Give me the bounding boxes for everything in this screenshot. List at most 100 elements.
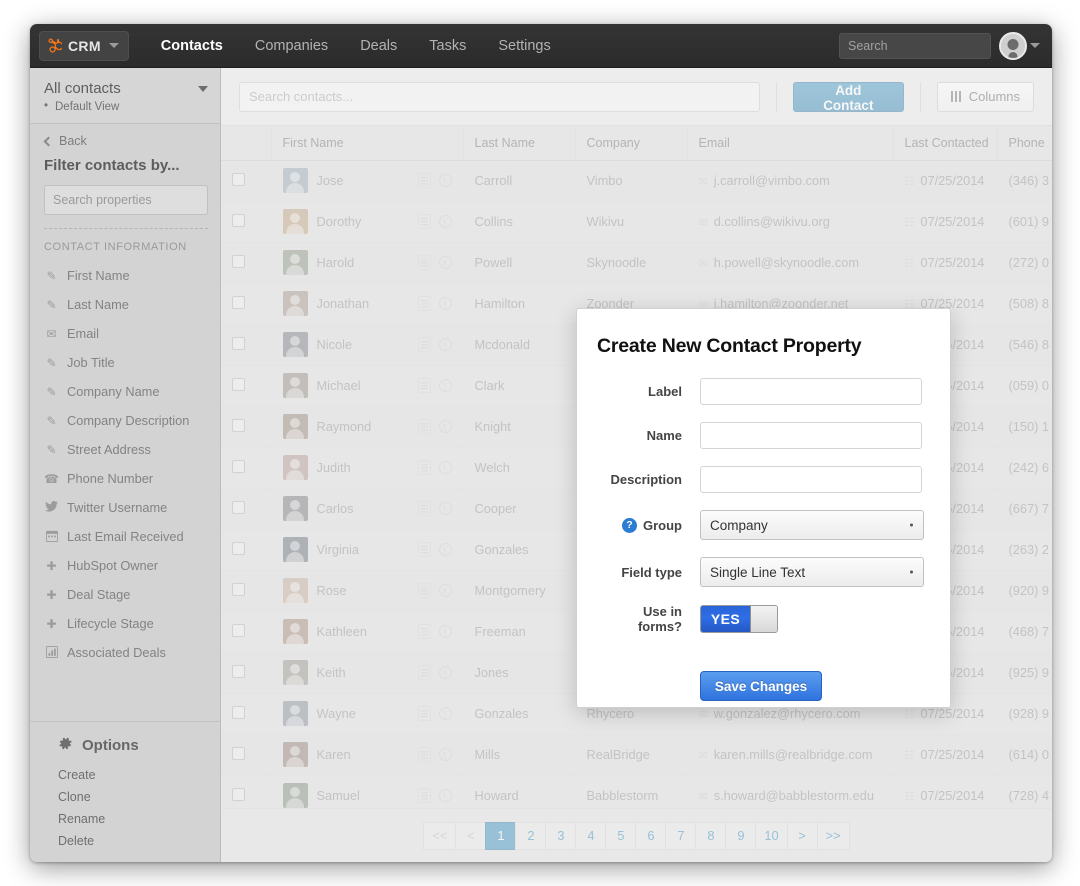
view-subtitle: Default View	[44, 101, 208, 113]
form-row-label: Label	[597, 378, 924, 405]
property-group-label: CONTACT INFORMATION	[30, 229, 220, 261]
form-row-field-type: Field type Single Line Text	[597, 557, 924, 587]
description-input[interactable]	[700, 466, 922, 493]
global-search-input[interactable]	[839, 33, 991, 59]
envelope-icon: ✉	[44, 328, 59, 340]
plus-icon: ✚	[44, 589, 59, 601]
gear-icon	[58, 736, 73, 755]
nav-item-deals[interactable]: Deals	[344, 24, 413, 68]
toggle-knob	[750, 606, 777, 632]
property-item-job-title[interactable]: ✎ Job Title	[30, 348, 220, 377]
phone-icon: ☎	[44, 473, 59, 485]
property-label: Lifecycle Stage	[67, 616, 154, 631]
property-label: Company Description	[67, 413, 189, 428]
nav-item-settings[interactable]: Settings	[482, 24, 566, 68]
field-type-select-value: Single Line Text	[710, 565, 805, 580]
property-item-lifecycle-stage[interactable]: ✚ Lifecycle Stage	[30, 609, 220, 638]
plus-icon: ✚	[44, 618, 59, 630]
name-field-label: Name	[597, 428, 700, 443]
chevron-down-icon	[910, 524, 913, 527]
property-item-twitter-username[interactable]: Twitter Username	[30, 493, 220, 522]
property-label: Twitter Username	[67, 500, 167, 515]
name-input[interactable]	[700, 422, 922, 449]
main-panel: Add Contact Columns First N	[221, 68, 1052, 862]
back-link[interactable]: Back	[44, 134, 208, 148]
property-label: Job Title	[67, 355, 115, 370]
options-panel: Options Create Clone Rename Delete	[30, 721, 220, 862]
edit-icon: ✎	[44, 270, 59, 282]
chevron-down-icon	[198, 86, 208, 92]
nav-item-tasks[interactable]: Tasks	[413, 24, 482, 68]
brand-crm-menu[interactable]: CRM	[39, 31, 129, 61]
top-navigation-bar: CRM Contacts Companies Deals Tasks Setti…	[30, 24, 1052, 68]
property-label: First Name	[67, 268, 130, 283]
view-selector[interactable]: All contacts Default View	[30, 68, 220, 124]
avatar	[999, 32, 1027, 60]
property-label: Street Address	[67, 442, 151, 457]
property-item-email[interactable]: ✉ Email	[30, 319, 220, 348]
edit-icon: ✎	[44, 444, 59, 456]
sidebar: All contacts Default View Back Filter co…	[30, 68, 221, 862]
top-nav-right-group	[839, 32, 1052, 60]
view-title-row: All contacts	[44, 80, 208, 97]
save-changes-button[interactable]: Save Changes	[700, 671, 822, 701]
filter-heading: Filter contacts by...	[44, 157, 208, 174]
property-item-company-name[interactable]: ✎ Company Name	[30, 377, 220, 406]
description-field-label: Description	[597, 472, 700, 487]
property-label: Deal Stage	[67, 587, 130, 602]
property-item-street-address[interactable]: ✎ Street Address	[30, 435, 220, 464]
calendar-icon	[44, 530, 59, 544]
property-label: Last Email Received	[67, 529, 184, 544]
nav-item-companies[interactable]: Companies	[239, 24, 344, 68]
field-type-select[interactable]: Single Line Text	[700, 557, 924, 587]
edit-icon: ✎	[44, 357, 59, 369]
brand-label: CRM	[68, 38, 101, 54]
option-rename[interactable]: Rename	[30, 808, 220, 830]
options-heading: Options	[30, 736, 220, 755]
property-label: Last Name	[67, 297, 129, 312]
use-in-forms-toggle[interactable]: YES	[700, 605, 778, 633]
edit-icon: ✎	[44, 415, 59, 427]
option-clone[interactable]: Clone	[30, 786, 220, 808]
option-create[interactable]: Create	[30, 764, 220, 786]
search-properties-input[interactable]	[44, 185, 208, 215]
question-mark-icon[interactable]: ?	[622, 518, 637, 533]
app-window: CRM Contacts Companies Deals Tasks Setti…	[30, 24, 1052, 862]
form-row-use-in-forms: Use in forms? YES	[597, 604, 924, 634]
hubspot-sprocket-icon	[47, 38, 62, 53]
filter-block: Back Filter contacts by...	[30, 124, 220, 229]
chevron-down-icon	[109, 43, 119, 48]
property-item-associated-deals[interactable]: Associated Deals	[30, 638, 220, 667]
twitter-bird-icon	[44, 501, 59, 514]
property-list: ✎ First Name ✎ Last Name ✉ Email ✎ Job T…	[30, 261, 220, 721]
plus-icon: ✚	[44, 560, 59, 572]
edit-icon: ✎	[44, 299, 59, 311]
property-item-phone-number[interactable]: ☎ Phone Number	[30, 464, 220, 493]
content-area: All contacts Default View Back Filter co…	[30, 68, 1052, 862]
property-item-deal-stage[interactable]: ✚ Deal Stage	[30, 580, 220, 609]
property-label: HubSpot Owner	[67, 558, 158, 573]
property-item-last-name[interactable]: ✎ Last Name	[30, 290, 220, 319]
property-item-first-name[interactable]: ✎ First Name	[30, 261, 220, 290]
property-item-last-email-received[interactable]: Last Email Received	[30, 522, 220, 551]
option-delete[interactable]: Delete	[30, 830, 220, 852]
dialog-title: Create New Contact Property	[597, 335, 924, 358]
label-input[interactable]	[700, 378, 922, 405]
form-row-description: Description	[597, 466, 924, 493]
bar-chart-icon	[44, 646, 59, 660]
user-menu[interactable]	[999, 32, 1040, 60]
edit-icon: ✎	[44, 386, 59, 398]
nav-item-contacts[interactable]: Contacts	[145, 24, 239, 68]
group-select[interactable]: Company	[700, 510, 924, 540]
group-label-text: Group	[643, 518, 682, 533]
back-label: Back	[59, 134, 87, 148]
view-title: All contacts	[44, 80, 121, 97]
create-contact-property-dialog: Create New Contact Property Label Name D…	[576, 308, 951, 708]
options-label: Options	[82, 737, 139, 754]
toggle-state-label: YES	[701, 606, 750, 632]
form-row-group: ? Group Company	[597, 510, 924, 540]
property-item-hubspot-owner[interactable]: ✚ HubSpot Owner	[30, 551, 220, 580]
chevron-down-icon	[1030, 43, 1040, 48]
chevron-down-icon	[910, 571, 913, 574]
property-item-company-description[interactable]: ✎ Company Description	[30, 406, 220, 435]
